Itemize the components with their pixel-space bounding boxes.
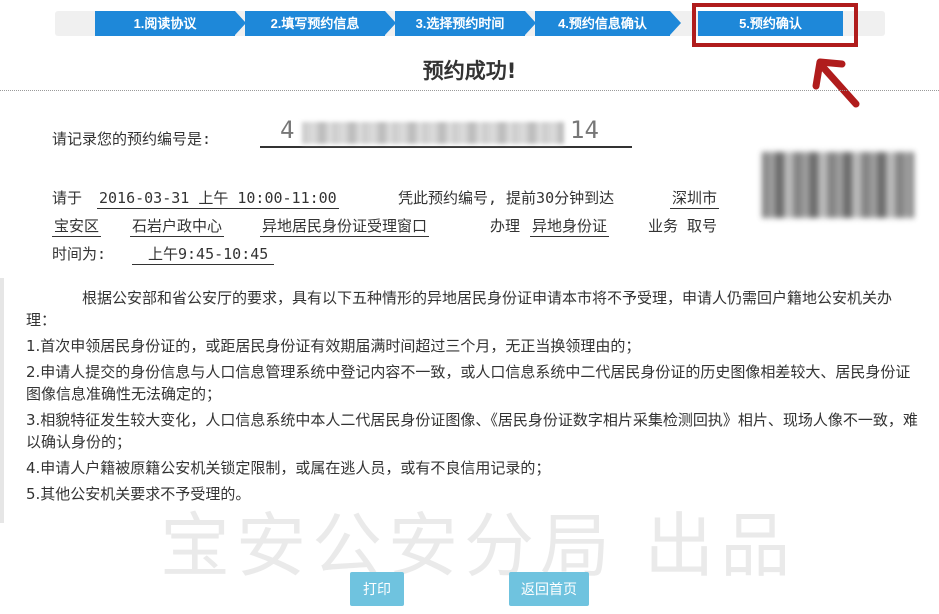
left-edge-bar bbox=[0, 278, 4, 523]
booking-number-head: 4 bbox=[280, 116, 295, 144]
location-city: 深圳市 bbox=[670, 189, 720, 209]
location-window: 异地居民身份证受理窗口 bbox=[260, 217, 430, 237]
business-type: 异地身份证 bbox=[530, 217, 610, 237]
detail-text-4: 业务 取号 bbox=[648, 217, 718, 235]
divider bbox=[0, 90, 939, 91]
detail-text-1: 请于 bbox=[52, 189, 83, 207]
step-read-agreement: 1.阅读协议 bbox=[95, 11, 246, 36]
booking-number-tail: 14 bbox=[570, 116, 599, 144]
print-button[interactable]: 打印 bbox=[350, 572, 404, 606]
step-confirm-info: 4.预约信息确认 bbox=[535, 11, 681, 36]
redacted-barcode bbox=[762, 152, 914, 218]
notice-block: 根据公安部和省公安厅的要求，具有以下五种情形的异地居民身份证申请本市将不予受理，… bbox=[26, 287, 921, 509]
booking-number-field: 4 14 bbox=[260, 116, 632, 148]
location-center: 石岩户政中心 bbox=[130, 217, 225, 237]
notice-item: 2.申请人提交的身份信息与人口信息管理系统中登记内容不一致，或人口信息系统中二代… bbox=[26, 363, 911, 403]
notice-item: 1.首次申领居民身份证的，或距居民身份证有效期届满时间超过三个月，无正当换领理由… bbox=[26, 337, 641, 355]
detail-text-5: 时间为: bbox=[52, 245, 107, 263]
watermark: 宝安公安分局 出品 bbox=[160, 505, 797, 587]
current-step-highlight bbox=[692, 3, 858, 47]
step-choose-time: 3.选择预约时间 bbox=[395, 11, 536, 36]
notice-item: 3.相貌特征发生较大变化，人口信息系统中本人二代居民身份证图像、《居民身份证数字… bbox=[26, 411, 918, 451]
appointment-datetime: 2016-03-31 上午 10:00-11:00 bbox=[97, 189, 339, 209]
notice-intro: 根据公安部和省公安厅的要求，具有以下五种情形的异地居民身份证申请本市将不予受理，… bbox=[26, 289, 893, 329]
booking-number-label: 请记录您的预约编号是: bbox=[52, 130, 212, 148]
notice-item: 4.申请人户籍被原籍公安机关锁定限制，或属在逃人员，或有不良信用记录的； bbox=[26, 459, 551, 477]
detail-text-2: 凭此预约编号, 提前30分钟到达 bbox=[398, 189, 615, 207]
booking-number-redacted bbox=[302, 122, 564, 144]
page-title: 预约成功! bbox=[422, 59, 517, 83]
step-fill-info: 2.填写预约信息 bbox=[245, 11, 396, 36]
back-home-button[interactable]: 返回首页 bbox=[509, 572, 589, 606]
pickup-time: 上午9:45-10:45 bbox=[132, 243, 275, 265]
location-district: 宝安区 bbox=[52, 217, 102, 237]
detail-text-3: 办理 bbox=[490, 217, 521, 235]
